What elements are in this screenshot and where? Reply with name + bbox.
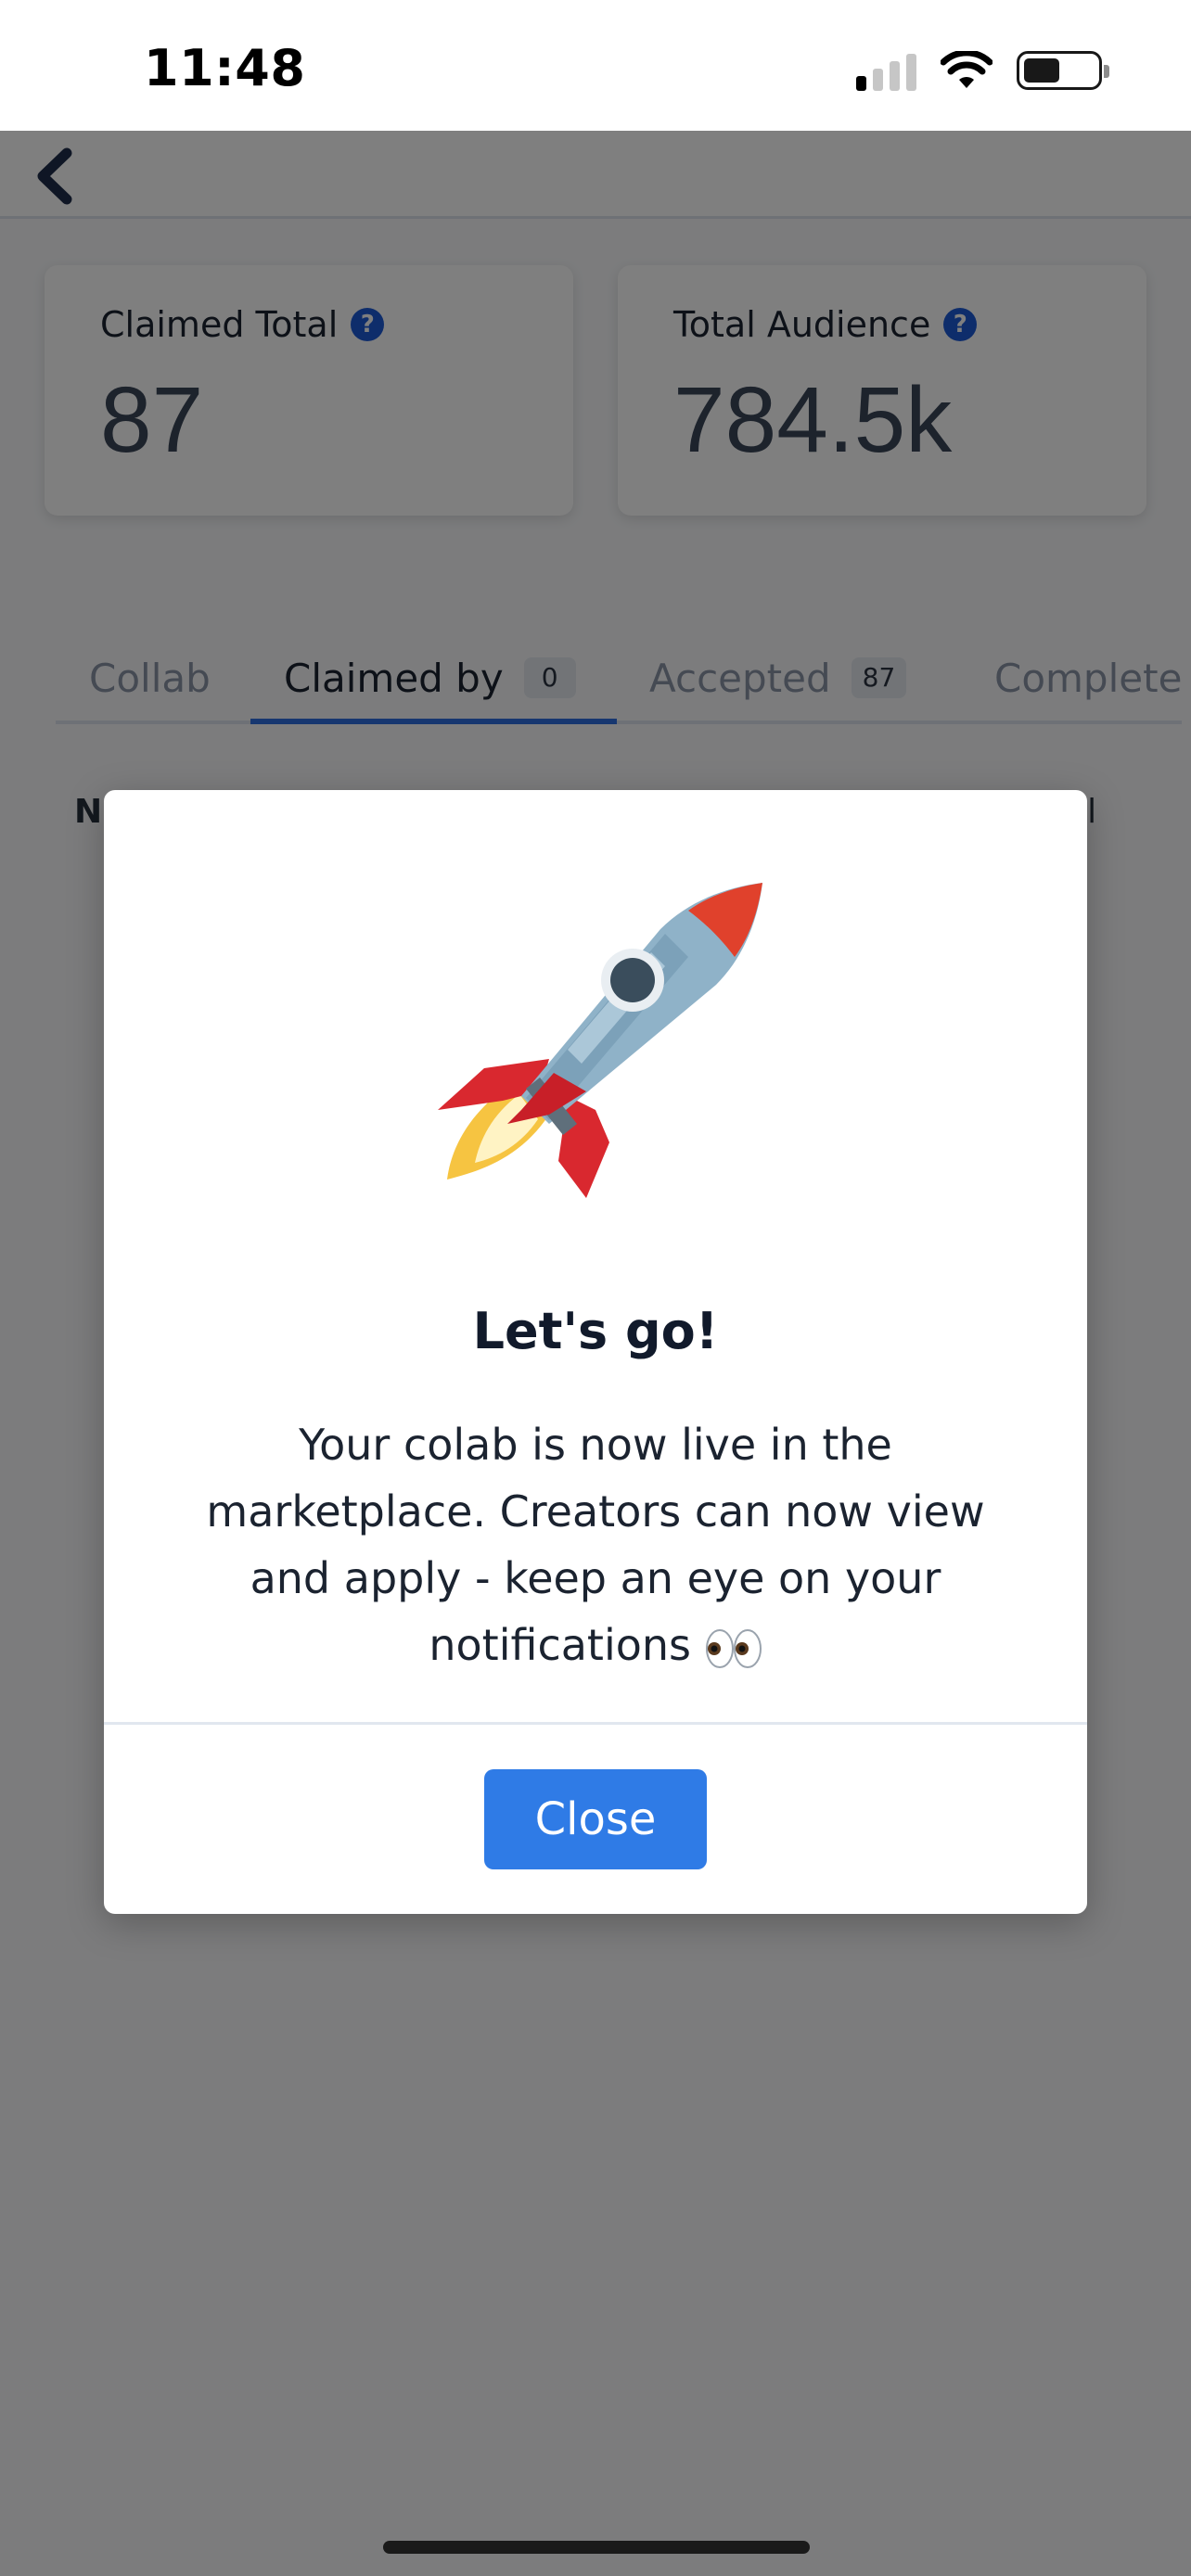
wifi-icon [941, 51, 992, 88]
battery-icon [1017, 51, 1109, 90]
rocket-icon [438, 883, 762, 1198]
close-button[interactable]: Close [484, 1769, 707, 1869]
eyes-icon [705, 1628, 762, 1668]
status-icons [856, 48, 1109, 93]
home-indicator[interactable] [383, 2541, 810, 2554]
modal-divider [104, 1722, 1087, 1725]
status-time: 11:48 [144, 39, 306, 97]
status-bar: 11:48 [0, 0, 1191, 131]
modal-message: Your colab is now live in the marketplac… [206, 1420, 985, 1670]
modal-body: Your colab is now live in the marketplac… [169, 1411, 1022, 1678]
success-modal: Let's go! Your colab is now live in the … [104, 790, 1087, 1914]
cellular-signal-icon [856, 50, 916, 91]
modal-title: Let's go! [472, 1302, 719, 1360]
